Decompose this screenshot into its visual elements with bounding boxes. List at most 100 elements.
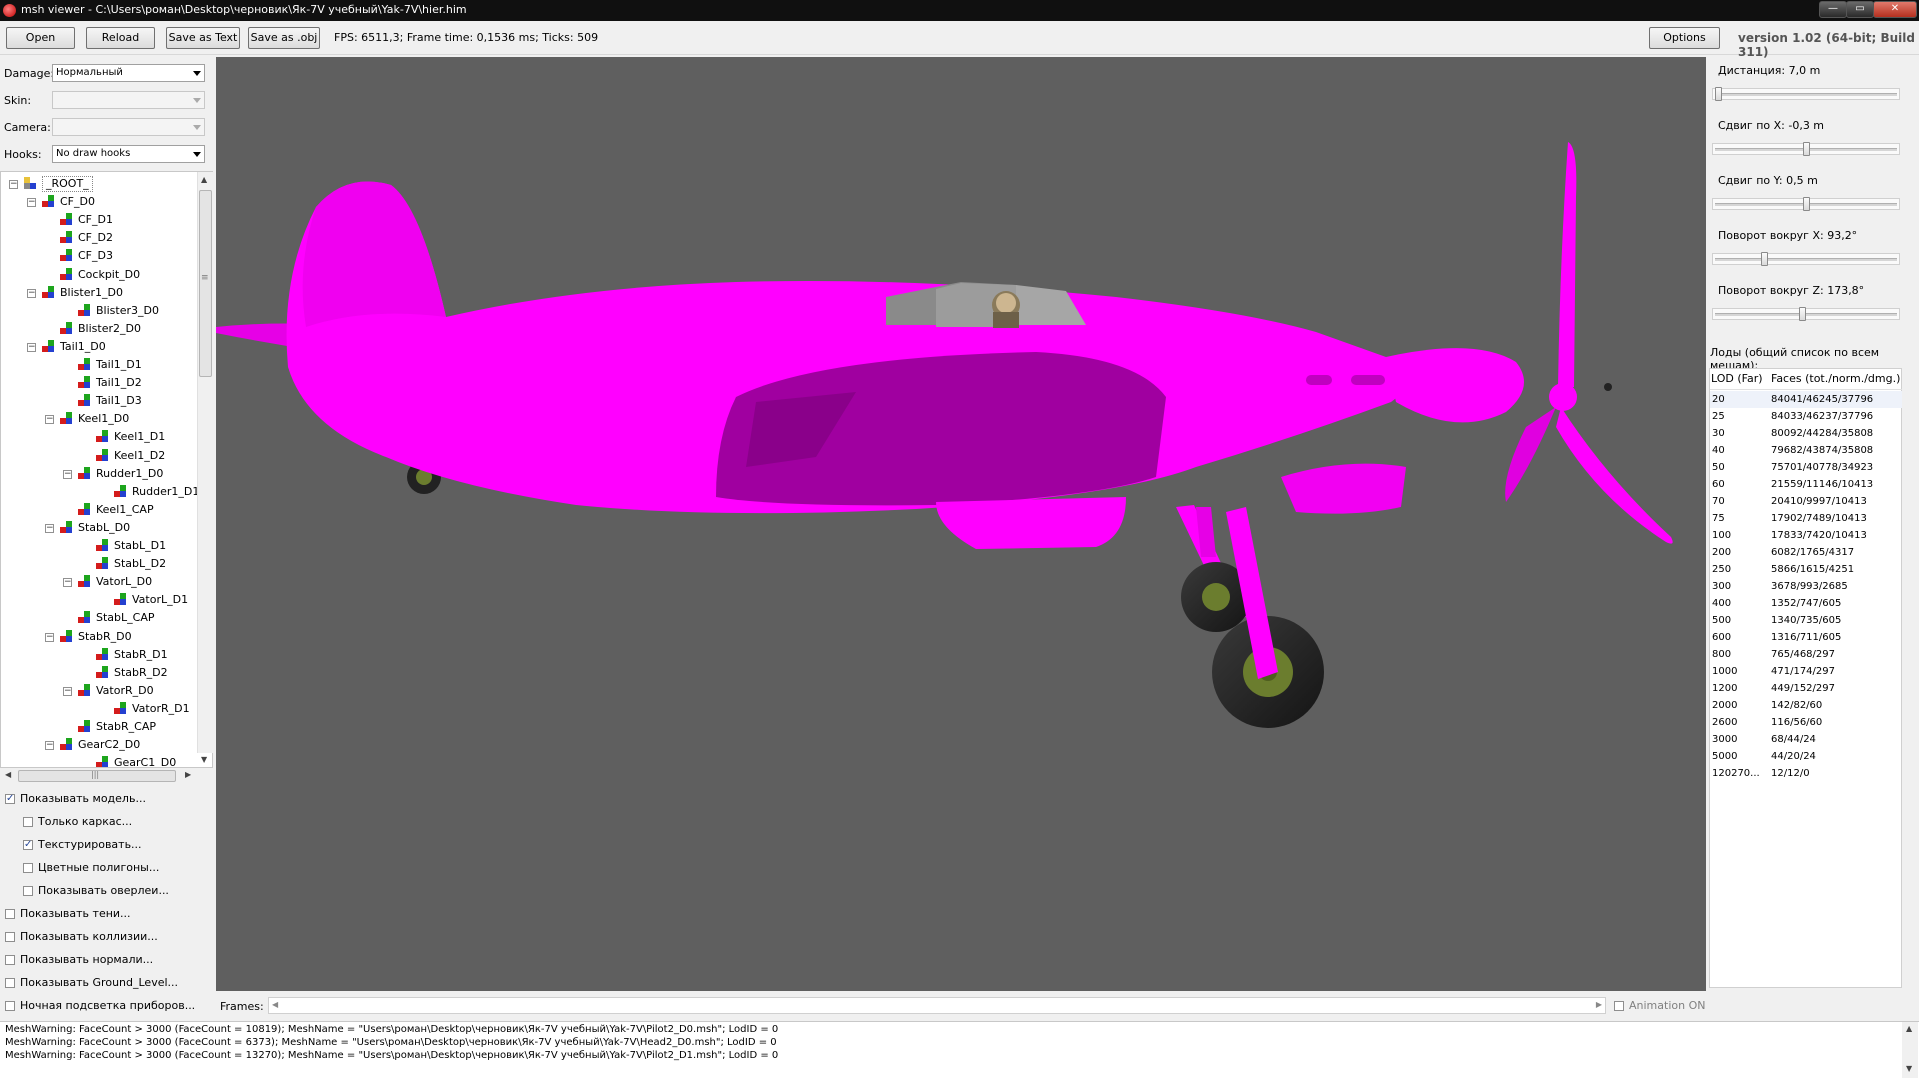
lod-distance: 120270... <box>1712 768 1760 779</box>
lod-row[interactable]: 2600 116/56/60 <box>1710 714 1902 731</box>
mesh-node-icon <box>114 593 127 606</box>
checkbox-box[interactable] <box>23 817 33 827</box>
slider-thumb[interactable] <box>1802 142 1810 156</box>
save-as-text-button[interactable]: Save as Text <box>166 27 240 49</box>
checkbox-box[interactable] <box>5 932 15 942</box>
lod-row[interactable]: 500 1340/735/605 <box>1710 612 1902 629</box>
scroll-left-arrow-icon[interactable]: ◀ <box>5 770 11 779</box>
camera-select[interactable] <box>52 118 205 136</box>
frames-right-arrow-icon[interactable]: ▶ <box>1596 1000 1602 1009</box>
close-button[interactable]: ✕ <box>1873 1 1917 18</box>
lod-distance: 200 <box>1712 547 1732 558</box>
window-title: msh viewer - C:\Users\роман\Desktop\черн… <box>21 3 467 16</box>
collapse-toggle-icon[interactable]: − <box>63 686 72 696</box>
reload-button[interactable]: Reload <box>86 27 155 49</box>
slider-thumb[interactable] <box>1799 307 1806 321</box>
slider-track[interactable] <box>1712 87 1900 101</box>
collapse-toggle-icon[interactable]: − <box>45 523 54 533</box>
slider-thumb[interactable] <box>1802 197 1810 211</box>
animation-checkbox-box[interactable] <box>1614 1001 1624 1011</box>
slider-track[interactable] <box>1712 142 1900 156</box>
checkbox-box[interactable] <box>5 978 15 988</box>
tree-node-label: _ROOT_ <box>42 176 93 192</box>
lod-row[interactable]: 40 79682/43874/35808 <box>1710 442 1902 459</box>
frames-slider[interactable]: ◀ ▶ <box>268 997 1606 1014</box>
tree-node-label: VatorR_D0 <box>96 683 154 697</box>
lod-row[interactable]: 3000 68/44/24 <box>1710 731 1902 748</box>
checkbox-box[interactable] <box>23 863 33 873</box>
maximize-button[interactable]: ▭ <box>1846 1 1874 18</box>
lod-row[interactable]: 60 21559/11146/10413 <box>1710 476 1902 493</box>
collapse-toggle-icon[interactable]: − <box>27 198 36 208</box>
scroll-right-arrow-icon[interactable]: ▶ <box>185 770 191 779</box>
lod-row[interactable]: 100 17833/7420/10413 <box>1710 527 1902 544</box>
collapse-toggle-icon[interactable]: − <box>27 288 36 298</box>
lod-distance: 5000 <box>1712 751 1738 762</box>
lod-row[interactable]: 70 20410/9997/10413 <box>1710 493 1902 510</box>
checkbox-label: Показывать коллизии... <box>20 930 158 943</box>
lod-row[interactable]: 20 84041/46245/37796 <box>1710 391 1902 408</box>
frames-left-arrow-icon[interactable]: ◀ <box>272 1000 278 1009</box>
lod-row[interactable]: 25 84033/46237/37796 <box>1710 408 1902 425</box>
lod-row[interactable]: 200 6082/1765/4317 <box>1710 544 1902 561</box>
lod-faces: 17902/7489/10413 <box>1771 513 1867 524</box>
lod-row[interactable]: 1200 449/152/297 <box>1710 680 1902 697</box>
tree-hscroll-thumb[interactable]: ||| <box>18 770 176 782</box>
lod-header-faces[interactable]: Faces (tot./norm./dmg.) <box>1771 372 1900 385</box>
tree-scroll-thumb[interactable]: ≡ <box>199 190 212 377</box>
slider-track[interactable] <box>1712 197 1900 211</box>
slider-track[interactable] <box>1712 252 1900 266</box>
checkbox-box[interactable] <box>5 791 15 807</box>
lod-row[interactable]: 2000 142/82/60 <box>1710 697 1902 714</box>
mesh-node-icon <box>78 502 91 516</box>
lod-row[interactable]: 250 5866/1615/4251 <box>1710 561 1902 578</box>
collapse-toggle-icon[interactable]: − <box>45 415 54 425</box>
collapse-toggle-icon[interactable]: − <box>63 469 72 479</box>
log-panel[interactable]: MeshWarning: FaceCount > 3000 (FaceCount… <box>0 1021 1919 1079</box>
lod-row[interactable]: 1000 471/174/297 <box>1710 663 1902 680</box>
options-button[interactable]: Options <box>1649 27 1720 49</box>
lod-row[interactable]: 800 765/468/297 <box>1710 646 1902 663</box>
slider-thumb[interactable] <box>1760 252 1768 266</box>
save-as-obj-button[interactable]: Save as .obj <box>248 27 320 49</box>
animation-label: Animation ON <box>1629 999 1706 1012</box>
model-viewport[interactable] <box>216 57 1706 991</box>
scroll-up-arrow-icon[interactable]: ▲ <box>1906 1024 1912 1033</box>
scroll-up-arrow-icon[interactable]: ▲ <box>201 175 207 184</box>
collapse-toggle-icon[interactable]: − <box>45 741 54 751</box>
lod-faces: 449/152/297 <box>1771 683 1835 694</box>
lod-row[interactable]: 5000 44/20/24 <box>1710 748 1902 765</box>
hooks-select[interactable]: No draw hooks <box>52 145 205 163</box>
lod-header-divider <box>1710 389 1902 390</box>
log-scrollbar[interactable]: ▲ ▼ <box>1902 1022 1918 1078</box>
lod-row[interactable]: 50 75701/40778/34923 <box>1710 459 1902 476</box>
collapse-toggle-icon[interactable]: − <box>27 342 36 352</box>
mesh-node-icon <box>60 629 73 643</box>
checkbox-box[interactable] <box>5 955 15 965</box>
lod-row[interactable]: 600 1316/711/605 <box>1710 629 1902 646</box>
lod-header-lod[interactable]: LOD (Far) <box>1711 372 1763 385</box>
lod-row[interactable]: 300 3678/993/2685 <box>1710 578 1902 595</box>
lod-row[interactable]: 120270... 12/12/0 <box>1710 765 1902 782</box>
hierarchy-tree[interactable]: − _ROOT_ − CF_D0 CF_D1 CF_D2 CF_D3 Cockpit_D0− B… <box>0 171 213 768</box>
checkbox-box[interactable] <box>5 1001 15 1011</box>
lod-row[interactable]: 75 17902/7489/10413 <box>1710 510 1902 527</box>
scroll-down-arrow-icon[interactable]: ▼ <box>1906 1064 1912 1073</box>
slider-track[interactable] <box>1712 307 1900 321</box>
lod-row[interactable]: 400 1352/747/605 <box>1710 595 1902 612</box>
damage-select[interactable]: Нормальный <box>52 64 205 82</box>
title-bar[interactable]: msh viewer - C:\Users\роман\Desktop\черн… <box>0 0 1919 21</box>
collapse-toggle-icon[interactable]: − <box>45 632 54 642</box>
scroll-down-arrow-icon[interactable]: ▼ <box>201 755 207 764</box>
slider-thumb[interactable] <box>1715 87 1722 101</box>
checkbox-box[interactable] <box>23 886 33 896</box>
lod-row[interactable]: 30 80092/44284/35808 <box>1710 425 1902 442</box>
skin-select[interactable] <box>52 91 205 109</box>
open-button[interactable]: Open <box>6 27 75 49</box>
checkbox-box[interactable] <box>5 909 15 919</box>
collapse-toggle-icon[interactable]: − <box>63 578 72 588</box>
collapse-toggle-icon[interactable]: − <box>9 180 18 189</box>
minimize-button[interactable]: — <box>1819 1 1847 18</box>
tree-node-label: StabR_D1 <box>114 647 168 661</box>
checkbox-box[interactable] <box>23 837 33 853</box>
